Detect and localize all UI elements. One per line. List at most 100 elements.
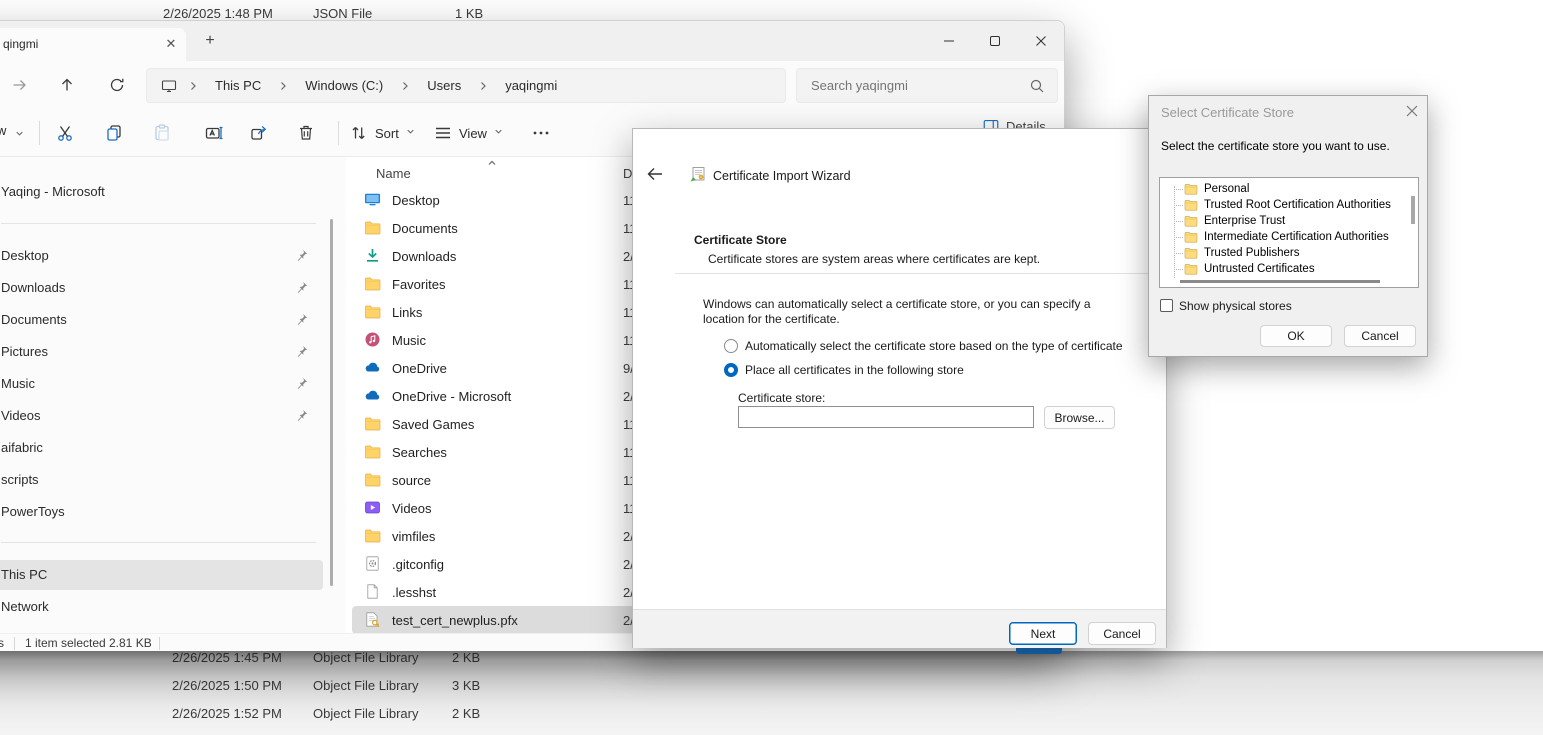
tab-close-icon[interactable]: ✕ [162,35,180,53]
breadcrumb-item[interactable]: Windows (C:) [297,78,391,93]
dialog-instruction: Select the certificate store you want to… [1161,139,1390,153]
file-name: Desktop [392,193,440,208]
sidebar-item[interactable]: Documents [0,305,323,335]
share-icon[interactable] [239,115,279,151]
maximize-button[interactable] [972,21,1018,61]
sidebar-item-profile[interactable]: Yaqing - Microsoft [0,177,323,207]
tree-folder-icon [1184,182,1198,196]
sidebar-item[interactable]: Network [0,592,323,622]
file-icon [364,583,381,600]
delete-icon[interactable] [286,115,326,151]
more-icon[interactable] [523,115,559,151]
sidebar-item[interactable]: This PC [0,560,323,590]
tree-item[interactable]: Trusted Root Certification Authorities [1168,197,1408,213]
folder-icon [364,219,381,236]
sidebar-item[interactable]: scripts [0,465,323,495]
sort-button[interactable]: Sort [349,115,416,151]
sidebar-item[interactable]: aifabric [0,433,323,463]
sort-ascending-icon [486,157,498,169]
tree-item[interactable]: Enterprise Trust [1168,213,1408,229]
tree-item-label: Enterprise Trust [1204,215,1285,227]
tree-vertical-scrollbar[interactable] [1411,196,1415,224]
ok-button[interactable]: OK [1260,325,1332,347]
view-button[interactable]: View [433,115,504,151]
file-name: Videos [392,501,432,516]
wizard-page-subheading: Certificate stores are system areas wher… [708,252,1040,266]
radio-place-in-store[interactable]: Place all certificates in the following … [724,363,964,377]
rename-icon[interactable] [194,115,234,151]
file-name: Documents [392,221,458,236]
file-name: test_cert_newplus.pfx [392,613,518,628]
tree-horizontal-scrollbar[interactable] [1180,280,1380,283]
radio-selected-icon[interactable] [724,363,738,377]
forward-icon[interactable] [3,69,35,101]
address-bar: This PC Windows (C:) Users yaqin [0,61,1064,109]
new-tab-button[interactable]: + [199,31,221,53]
refresh-icon[interactable] [101,69,133,101]
certificate-file-icon [364,611,381,628]
tree-item[interactable]: Trusted Publishers [1168,245,1408,261]
file-name: OneDrive [392,361,447,376]
tree-item[interactable]: Personal [1168,181,1408,197]
show-physical-stores-checkbox[interactable] [1160,299,1173,312]
cancel-button[interactable]: Cancel [1088,622,1156,645]
browse-button[interactable]: Browse... [1044,406,1115,429]
tab-yaqingmi[interactable]: qingmi ✕ [0,28,186,61]
sidebar-item[interactable]: Videos [0,401,323,431]
search-input[interactable] [811,69,1011,102]
sidebar-item[interactable]: Music [0,369,323,399]
minimize-button[interactable] [926,21,972,61]
radio-icon[interactable] [724,339,738,353]
search-box[interactable] [796,68,1058,103]
divider [159,637,160,650]
gitconfig-icon [364,555,381,572]
divider [1,542,316,543]
close-button[interactable] [1018,21,1064,61]
sidebar-item[interactable]: Desktop [0,241,323,271]
file-name: Music [392,333,426,348]
tree-item-label: Personal [1204,183,1249,195]
sort-icon [349,123,369,143]
breadcrumb[interactable]: This PC Windows (C:) Users yaqin [146,68,786,103]
back-arrow-icon[interactable] [645,165,667,183]
folder-icon [364,443,381,460]
sidebar-item[interactable]: Downloads [0,273,323,303]
breadcrumb-item[interactable]: This PC [207,78,269,93]
pin-icon [294,280,309,295]
radio-automatic-store[interactable]: Automatically select the certificate sto… [724,339,1123,353]
close-icon[interactable] [1405,104,1421,120]
breadcrumb-item[interactable]: yaqingmi [497,78,565,93]
radio-label: Automatically select the certificate sto… [745,339,1123,353]
sidebar-item[interactable]: PowerToys [0,497,323,527]
up-icon[interactable] [51,69,83,101]
certificate-store-input[interactable] [738,406,1034,428]
tree-folder-icon [1184,214,1198,228]
sidebar-scrollbar[interactable] [330,219,333,586]
pin-icon [294,376,309,391]
file-date: 2/26/2025 1:48 PM [163,6,273,21]
wizard-page-heading: Certificate Store [694,233,787,247]
cancel-button[interactable]: Cancel [1344,325,1416,347]
copy-icon[interactable] [94,115,134,151]
file-type: JSON File [313,6,372,21]
new-button[interactable]: w [0,123,6,138]
cut-icon[interactable] [46,115,86,151]
view-icon [433,123,453,143]
background-file-row: 2/26/2025 1:52 PM Object File Library 2 … [0,701,1543,727]
wizard-body-text: Windows can automatically select a certi… [703,297,1135,327]
tree-item[interactable]: Intermediate Certification Authorities [1168,229,1408,245]
next-button[interactable]: Next [1009,622,1077,645]
radio-label: Place all certificates in the following … [745,363,964,377]
tree-item[interactable]: Untrusted Certificates [1168,261,1408,277]
breadcrumb-item[interactable]: Users [419,78,469,93]
file-size: 2 KB [452,650,480,665]
file-name: Saved Games [392,417,474,432]
file-name: Links [392,305,422,320]
file-name: vimfiles [392,529,435,544]
file-date: 2/26/2025 1:50 PM [172,678,282,693]
sidebar-item[interactable]: Pictures [0,337,323,367]
name-column-header[interactable]: Name [376,166,411,181]
certificate-store-tree[interactable]: Personal Trusted Root Certification Auth… [1159,177,1419,288]
file-name: Downloads [392,249,456,264]
downloads-icon [364,247,381,264]
